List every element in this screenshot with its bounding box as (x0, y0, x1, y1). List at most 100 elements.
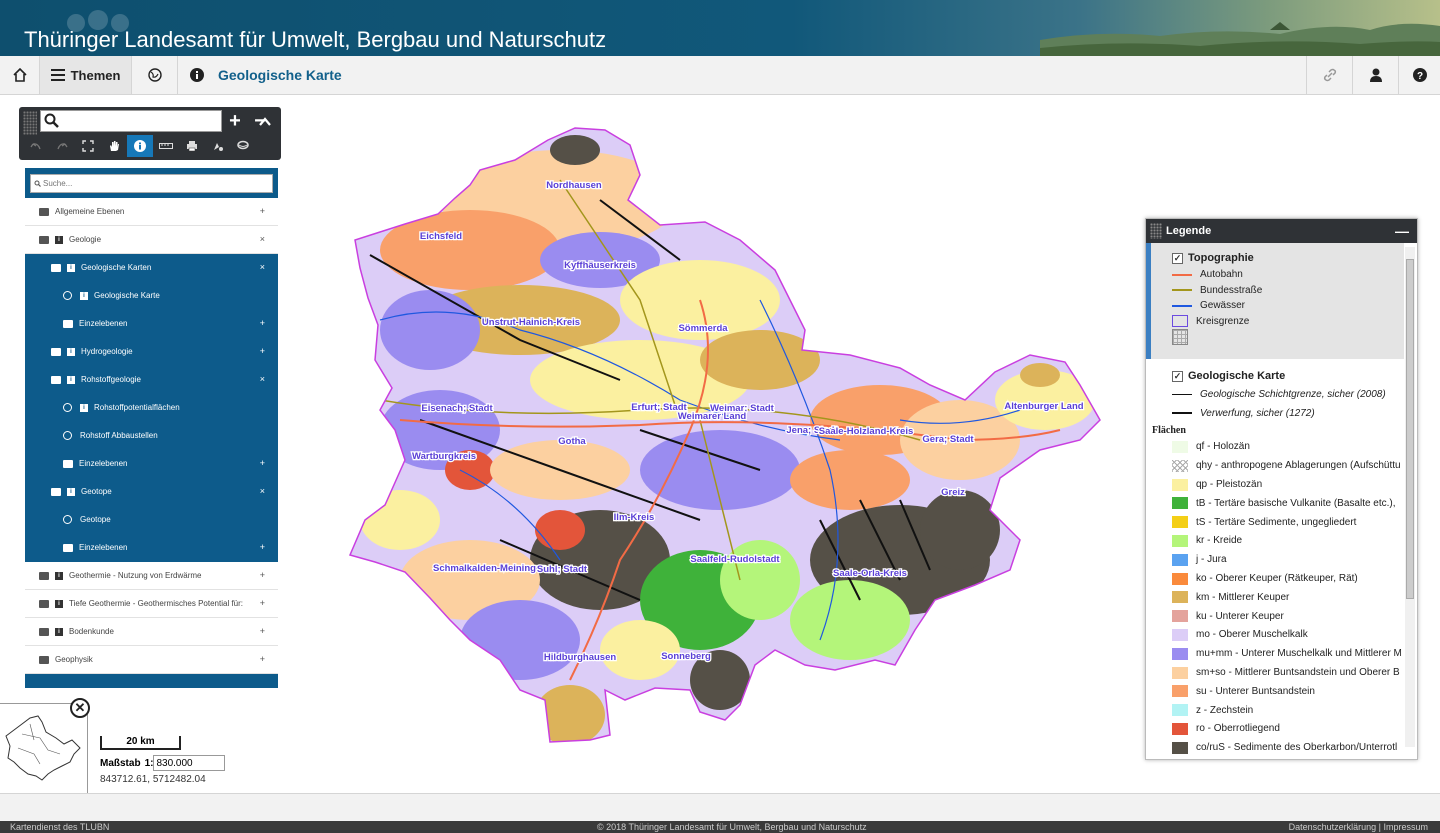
legend-entry-label: qhy - anthropogene Ablagerungen (Aufschü… (1196, 460, 1401, 472)
info-icon[interactable] (190, 68, 204, 82)
map-district-label: Eichsfeld (420, 231, 462, 242)
legend-swatch (1172, 315, 1188, 328)
toolbar-drag-handle[interactable] (23, 111, 37, 135)
info-icon[interactable]: i (67, 347, 75, 356)
expand-button[interactable]: + (260, 598, 265, 608)
zoom-in-button[interactable]: + (223, 110, 247, 132)
collapse-button[interactable]: × (260, 374, 265, 384)
map-search-input[interactable] (40, 110, 222, 132)
draw-button[interactable] (205, 135, 231, 157)
info-icon[interactable]: i (67, 375, 75, 384)
collapse-button[interactable]: × (260, 486, 265, 496)
scale-row: Maßstab 1: (100, 755, 240, 771)
globe-icon (63, 431, 72, 440)
legend-entry-label: j - Jura (1196, 554, 1227, 566)
topographie-checkbox[interactable]: ✓ (1172, 252, 1183, 264)
info-icon[interactable]: i (55, 599, 63, 608)
legend-swatch (1172, 628, 1188, 641)
layer-search-input[interactable] (30, 174, 273, 193)
layer-item[interactable]: Einzelebenen + (25, 450, 278, 478)
map-district-label: Weimarer Land (678, 411, 747, 422)
info-icon[interactable]: i (55, 627, 63, 636)
globe-icon (147, 68, 162, 82)
map-district-label: Suhl; Stadt (537, 564, 588, 575)
layer-item[interactable]: Geotope (25, 506, 278, 534)
legend-entry-label: mu+mm - Unterer Muschelkalk und Mittlere… (1196, 648, 1402, 660)
legend-entry-label: su - Unterer Buntsandstein (1196, 685, 1315, 697)
expand-button[interactable]: + (260, 654, 265, 664)
collapse-toolbar-button[interactable] (254, 110, 276, 132)
fullscreen-button[interactable] (75, 135, 101, 157)
pan-button[interactable] (101, 135, 127, 157)
layer-item[interactable]: i Geotope × (25, 478, 278, 506)
collapse-button[interactable]: × (260, 262, 265, 272)
globe-button[interactable] (132, 56, 178, 94)
themen-button[interactable]: Themen (40, 56, 132, 94)
legend-swatch (1172, 459, 1188, 472)
footer-copyright: © 2018 Thüringer Landesamt für Umwelt, B… (597, 822, 867, 832)
user-button[interactable] (1352, 56, 1398, 94)
layer-item[interactable]: i Geologie × (25, 226, 278, 254)
layer-item[interactable]: i Bodenkunde + (25, 618, 278, 646)
help-button[interactable]: ? (1398, 56, 1440, 94)
redo-button[interactable] (49, 135, 75, 157)
expand-button[interactable]: + (260, 570, 265, 580)
measure-button[interactable] (153, 135, 179, 157)
legend-minimize-button[interactable]: — (1395, 223, 1409, 239)
layer-item[interactable]: i Geologische Karte (25, 282, 278, 310)
legend-swatch (1172, 478, 1188, 491)
legend-drag-handle[interactable] (1150, 223, 1162, 239)
print-button[interactable] (179, 135, 205, 157)
expand-button[interactable]: + (260, 346, 265, 356)
legend-entry-label: Geologische Schichtgrenze, sicher (2008) (1200, 388, 1386, 400)
layer-item[interactable]: i Rohstoffpotentialflächen (25, 394, 278, 422)
info-icon[interactable]: i (80, 403, 88, 412)
share-link-button[interactable] (1306, 56, 1352, 94)
search-icon (34, 180, 41, 187)
info-icon[interactable]: i (55, 571, 63, 580)
layer-item[interactable]: i Hydrogeologie + (25, 338, 278, 366)
expand-button[interactable]: + (260, 206, 265, 216)
expand-button[interactable]: + (260, 318, 265, 328)
expand-button[interactable]: + (260, 626, 265, 636)
collapse-button[interactable]: × (260, 234, 265, 244)
layer-search-bar (25, 168, 278, 198)
legend-group-geologische-karte: ✓ Geologische Karte Geologische Schichtg… (1146, 359, 1404, 759)
scale-input[interactable] (153, 755, 226, 771)
legend-swatch (1172, 516, 1188, 529)
globe-icon (63, 403, 72, 412)
expand-button[interactable]: + (260, 542, 265, 552)
map-district-label: Gotha (558, 436, 586, 447)
info-tool-button[interactable] (127, 135, 153, 157)
layer-item[interactable]: i Geothermie - Nutzung von Erdwärme + (25, 562, 278, 590)
info-icon[interactable]: i (55, 235, 63, 244)
info-icon[interactable]: i (67, 487, 75, 496)
map-district-label: Greiz (941, 487, 965, 498)
layer-item[interactable]: i Geologische Karten × (25, 254, 278, 282)
home-button[interactable] (0, 56, 40, 94)
legend-scrollbar-thumb[interactable] (1406, 259, 1414, 599)
layer-item[interactable]: i Tiefe Geothermie - Geothermisches Poten… (25, 590, 278, 618)
expand-button[interactable]: + (260, 458, 265, 468)
map-district-label: Wartburgkreis (412, 451, 476, 462)
layer-item[interactable]: Allgemeine Ebenen + (25, 198, 278, 226)
layer-tool-icon (237, 140, 249, 150)
info-icon[interactable]: i (80, 291, 88, 300)
folder-icon (39, 655, 49, 664)
layer-item[interactable]: Einzelebenen + (25, 534, 278, 562)
layer-item[interactable]: Geophysik + (25, 646, 278, 674)
layer-tool-button[interactable] (231, 135, 257, 157)
legend-scrollbar[interactable] (1405, 247, 1415, 747)
layer-item[interactable]: Rohstoff Abbaustellen (25, 422, 278, 450)
undo-button[interactable] (23, 135, 49, 157)
layer-item[interactable]: Einzelebenen + (25, 310, 278, 338)
overview-close-button[interactable]: ✕ (70, 698, 90, 718)
footer-links[interactable]: Datenschutzerklärung | Impressum (1289, 822, 1428, 832)
layer-item-label: Einzelebenen (79, 459, 128, 468)
layer-item[interactable]: i Rohstoffgeologie × (25, 366, 278, 394)
info-icon[interactable]: i (67, 263, 75, 272)
map-district-label: Saalfeld-Rudolstadt (690, 554, 780, 565)
scale-info: 20 km Maßstab 1: 843712.61, 5712482.04 (100, 736, 240, 785)
map-district-label: Sömmerda (678, 323, 728, 334)
geologische-karte-checkbox[interactable]: ✓ (1172, 370, 1183, 382)
